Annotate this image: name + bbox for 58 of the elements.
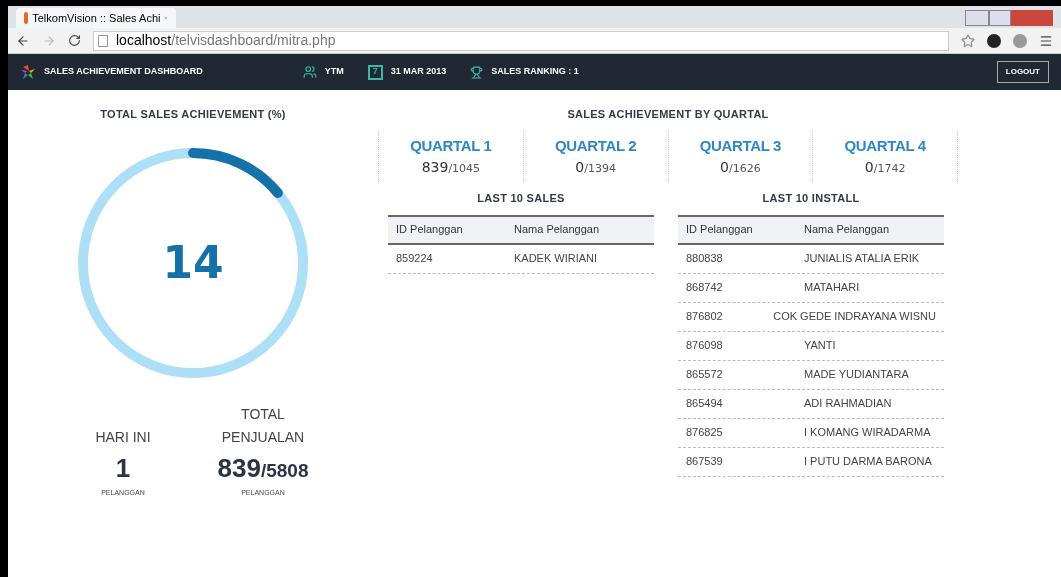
table-cell-text: KADEK WIRIANI (513, 251, 599, 267)
menu-icon[interactable] (1039, 33, 1053, 48)
ranking-text: SALES RANKING : 1 (491, 65, 579, 79)
quartal-value: 0/1742 (864, 158, 906, 177)
table-cell-text: COK GEDE INDRAYANA WISNU (772, 309, 937, 325)
table-cell-text: I KOMANG WIRADARMA (803, 425, 932, 441)
table-cell-text: YANTI (803, 338, 837, 354)
quartal-label: QUARTAL 2 (555, 135, 637, 156)
section-heading: TOTAL SALES ACHIEVEMENT (%) (100, 107, 286, 122)
table-cell-text: 865494 (685, 396, 724, 412)
table-cell-text: 876802 (685, 309, 724, 325)
table-cell-text: 865572 (685, 367, 724, 383)
table-cell-text: 867539 (685, 454, 724, 470)
column-header: Nama Pelanggan (513, 222, 600, 238)
table-cell-text: MATAHARI (803, 280, 861, 296)
table-cell-text: MADE YUDIANTARA (803, 367, 910, 383)
table-cell-text: 876098 (685, 338, 724, 354)
dashboard-title: SALES ACHIEVEMENT DASHBOARD (44, 65, 203, 79)
quartal-label: QUARTAL 1 (410, 135, 492, 156)
table-cell-text: 859224 (395, 251, 434, 267)
table-cell-text: ADI RAHMADIAN (803, 396, 893, 412)
calendar-icon: 7 (367, 64, 383, 80)
stat-label: HARI INI (95, 427, 151, 447)
table-cell-text: 880838 (685, 251, 724, 267)
logout-button[interactable]: LOGOUT (996, 61, 1049, 83)
page-icon (98, 34, 108, 47)
star-icon[interactable] (961, 33, 975, 48)
trophy-icon (470, 65, 484, 79)
tab-title: TelkomVision :: Sales Achi (32, 10, 161, 26)
stat-value: 839/5808 (217, 451, 309, 485)
reload-icon[interactable] (68, 34, 81, 47)
address-bar[interactable]: localhost/telvisdashboard/mitra.php (93, 30, 949, 51)
back-icon[interactable] (16, 33, 30, 48)
section-heading: SALES ACHIEVEMENT BY QUARTAL (566, 107, 770, 122)
stat-label: TOTAL PENJUALAN (220, 404, 306, 447)
extension-icon[interactable] (987, 33, 1001, 48)
column-header: ID Pelanggan (685, 222, 754, 238)
table-cell-text: JUNIALIS ATALIA ERIK (803, 251, 921, 267)
forward-icon[interactable] (42, 33, 56, 48)
table-title: LAST 10 INSTALL (761, 191, 861, 206)
browser-tab[interactable]: TelkomVision :: Sales Achi (16, 8, 176, 28)
table-cell-text: I PUTU DARMA BARONA (803, 454, 933, 470)
quartal-label: QUARTAL 4 (844, 135, 926, 156)
users-icon (302, 65, 317, 79)
column-header: ID Pelanggan (395, 222, 464, 238)
table-cell-text: 868742 (685, 280, 724, 296)
column-header: Nama Pelanggan (803, 222, 890, 238)
star-logo-icon (20, 64, 36, 80)
table-cell-text: 876825 (685, 425, 724, 441)
percentage-value: 14 (162, 235, 224, 290)
quartal-label: QUARTAL 3 (699, 135, 781, 156)
date-text: 31 MAR 2013 (390, 65, 447, 79)
quartal-value: 839/1045 (421, 158, 481, 177)
user-name: YTM (324, 65, 344, 79)
quartal-value: 0/1626 (720, 158, 761, 177)
stat-value: 1 (115, 451, 131, 485)
table-title: LAST 10 SALES (476, 191, 566, 206)
quartal-value: 0/1394 (575, 158, 616, 177)
